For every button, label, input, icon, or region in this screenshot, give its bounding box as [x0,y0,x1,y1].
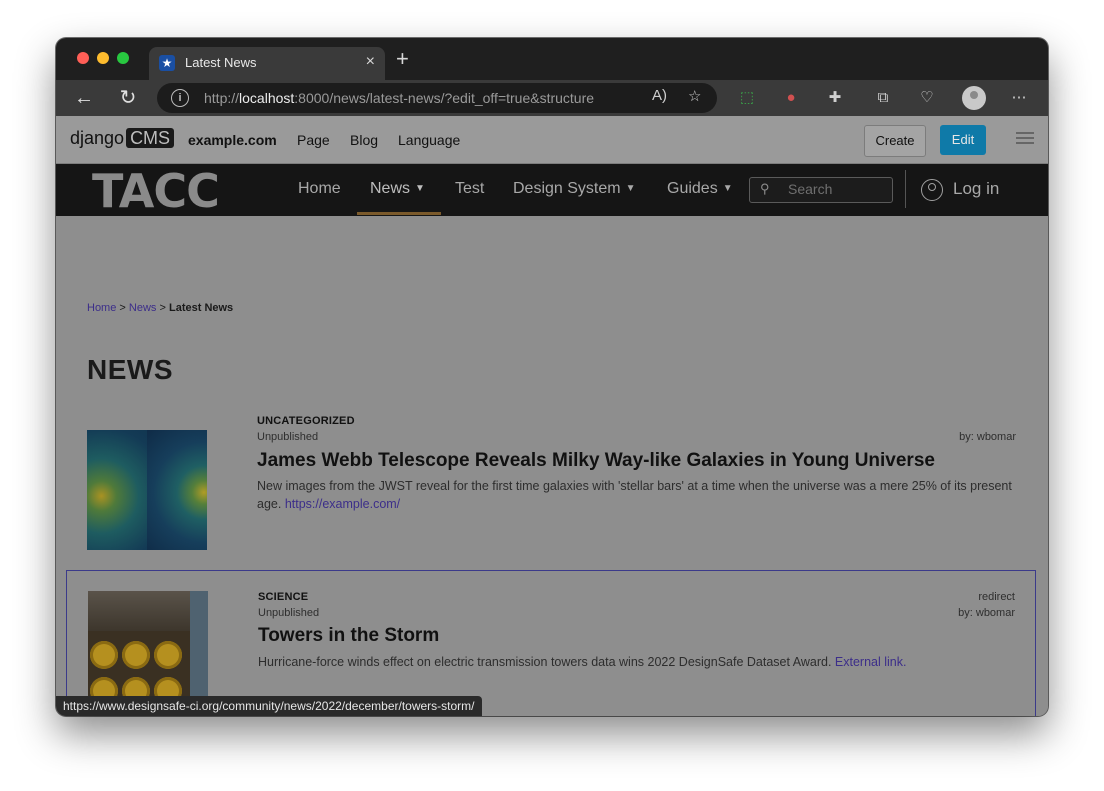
breadcrumb-news-link[interactable]: News [129,302,157,314]
new-tab-button[interactable]: + [396,48,409,70]
status-bar-link-preview: https://www.designsafe-ci.org/community/… [56,696,482,716]
breadcrumb-home-link[interactable]: Home [87,302,116,314]
create-button[interactable]: Create [864,125,926,157]
reload-icon[interactable]: ↻ [116,86,140,110]
address-bar[interactable]: i http://localhost:8000/news/latest-news… [157,83,717,113]
nav-item-test[interactable]: Test [455,180,484,198]
search-input[interactable] [788,181,884,197]
add-favorite-icon[interactable]: ☆ [688,87,701,105]
search-box[interactable]: ⚲ [749,177,893,203]
profile-avatar-icon[interactable] [962,86,986,110]
site-header: TACC Home News ▼ Test Design System ▼ Guid… [56,164,1048,216]
read-aloud-icon[interactable]: A) [652,87,667,104]
nav-item-design-system[interactable]: Design System ▼ [513,180,636,198]
article-author: by: wbomar [959,431,1016,443]
cms-page-menu[interactable]: Page [297,132,330,148]
user-icon[interactable] [921,179,943,201]
breadcrumb-separator: > [119,302,126,314]
cms-site-menu[interactable]: example.com [188,132,277,148]
article-status: Unpublished [258,607,320,619]
cms-language-menu[interactable]: Language [398,132,460,148]
tab-title: Latest News [185,55,257,70]
article-card[interactable]: SCIENCE Unpublished redirect by: wbomar … [66,570,1036,716]
browser-toolbar: ← ↻ i http://localhost:8000/news/latest-… [56,80,1048,116]
article-title[interactable]: Towers in the Storm [258,625,439,647]
edit-button[interactable]: Edit [940,125,986,155]
browser-tab[interactable]: ★ Latest News × [149,47,385,80]
nav-item-guides[interactable]: Guides ▼ [667,180,733,198]
login-link[interactable]: Log in [953,179,999,199]
tab-close-icon[interactable]: × [366,53,375,71]
article-external-link[interactable]: External link. [835,655,907,669]
fan-shape [90,641,118,669]
url-text[interactable]: http://localhost:8000/news/latest-news/?… [204,90,594,106]
article-redirect-flag: redirect [978,591,1015,603]
structure-toggle-icon[interactable] [1016,132,1034,147]
maximize-window-button[interactable] [117,52,129,64]
article-category[interactable]: UNCATEGORIZED [257,415,355,427]
fan-shape [154,641,182,669]
thumbnail-wall [190,591,208,711]
chevron-down-icon: ▼ [625,183,636,195]
browser-window: ★ Latest News × + ← ↻ i http://localhost… [56,38,1048,716]
article-card[interactable]: UNCATEGORIZED Unpublished by: wbomar Jam… [66,410,1036,570]
site-info-icon[interactable]: i [171,89,189,107]
title-bar: ★ Latest News × + [56,38,1048,80]
browser-essentials-icon[interactable]: ♡ [918,89,936,107]
cms-toolbar: django CMS example.com Page Blog Language… [56,116,1048,164]
screenshot-capture-icon[interactable]: ⬚ [738,89,756,107]
extensions-puzzle-icon[interactable]: ✚ [826,89,844,107]
extension-spy-icon[interactable]: ● [782,89,800,107]
collections-icon[interactable]: ⧉ [874,89,892,107]
cms-blog-menu[interactable]: Blog [350,132,378,148]
search-icon: ⚲ [760,181,770,196]
fan-shape [122,641,150,669]
minimize-window-button[interactable] [97,52,109,64]
page-title: NEWS [87,354,173,385]
chevron-down-icon: ▼ [722,183,733,195]
tacc-logo[interactable]: TACC [92,168,220,214]
article-status: Unpublished [257,431,319,443]
article-title[interactable]: James Webb Telescope Reveals Milky Way-l… [257,450,935,472]
main-content: Home > News > Latest News NEWS UNCATEGOR… [56,216,1048,716]
django-cms-logo[interactable]: django CMS [70,128,175,149]
nav-item-news[interactable]: News ▼ [370,180,425,198]
star-favicon-icon: ★ [159,55,175,71]
article-category[interactable]: SCIENCE [258,591,308,603]
header-divider [905,170,906,208]
article-author: by: wbomar [958,607,1015,619]
article-thumbnail[interactable] [88,591,208,711]
nav-item-home[interactable]: Home [298,180,341,198]
breadcrumb-separator: > [159,302,166,314]
close-window-button[interactable] [77,52,89,64]
article-link[interactable]: https://example.com/ [285,497,400,511]
nav-active-indicator [357,212,441,215]
breadcrumb: Home > News > Latest News [87,302,233,314]
chevron-down-icon: ▼ [415,183,425,195]
breadcrumb-current: Latest News [168,302,234,314]
article-description: Hurricane-force winds effect on electric… [258,655,907,669]
article-thumbnail[interactable] [87,430,207,550]
article-description: New images from the JWST reveal for the … [257,479,1012,511]
back-arrow-icon[interactable]: ← [72,86,96,110]
more-options-icon[interactable]: ⋯ [1010,89,1028,107]
